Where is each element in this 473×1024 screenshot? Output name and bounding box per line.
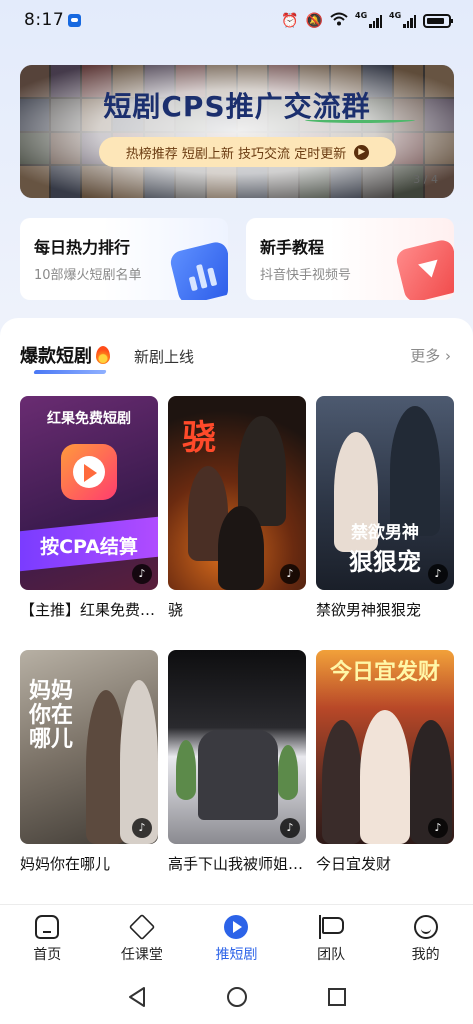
cellular-signal-2-icon: 4G: [389, 11, 416, 28]
play-icon: [224, 915, 249, 939]
drama-card[interactable]: 禁欲男神 狠狠宠 ♪ 禁欲男神狠狠宠: [316, 396, 454, 620]
daily-ranking-subtitle: 10部爆火短剧名单: [34, 268, 142, 283]
cellular-signal-1-icon: 4G: [355, 11, 382, 28]
status-bar: 8:17 ⏰ 🔕 4G 4G: [0, 0, 473, 44]
banner-page-indicator: 3 / 4: [413, 173, 438, 186]
bottom-nav: 首页 任课堂 推短剧 团队 我的: [0, 904, 473, 970]
drama-title: 骁: [168, 601, 184, 619]
drama-title: 妈妈你在哪儿: [20, 855, 111, 873]
beginner-tutorial-card[interactable]: 新手教程 抖音快手视频号: [246, 218, 454, 300]
drama-title: 禁欲男神狠狠宠: [316, 601, 422, 619]
promo-banner[interactable]: 短剧CPS推广交流群 热榜推荐 短剧上新 技巧交流 定时更新 ▶ 3 / 4: [20, 65, 454, 198]
nav-label: 首页: [33, 947, 62, 963]
drama-poster: 妈妈你在哪儿 ♪: [20, 650, 158, 844]
drama-card[interactable]: 红果免费短剧 按CPA结算 ♪ 【主推】红果免费短剧按CPA结算: [20, 396, 158, 620]
tab-hot-dramas[interactable]: 爆款短剧: [20, 342, 110, 368]
battery-icon: [423, 14, 453, 28]
drama-poster: 红果免费短剧 按CPA结算 ♪: [20, 396, 158, 590]
beginner-tutorial-subtitle: 抖音快手视频号: [260, 268, 352, 283]
drama-card[interactable]: 骁 ♪ 骁: [168, 396, 306, 620]
wifi-icon: [330, 12, 348, 30]
drama-card[interactable]: ♪ 高手下山我被师姐们宠上天: [168, 650, 306, 874]
nav-me[interactable]: 我的: [378, 905, 473, 970]
daily-ranking-title: 每日热力排行: [34, 238, 131, 257]
recent-apps-icon[interactable]: [327, 987, 347, 1007]
bar-chart-icon: [168, 239, 228, 300]
douyin-icon: ♪: [132, 564, 152, 584]
nav-home[interactable]: 首页: [0, 905, 95, 970]
drama-card[interactable]: 妈妈你在哪儿 ♪ 妈妈你在哪儿: [20, 650, 158, 874]
drama-title: 今日宜发财: [316, 855, 392, 873]
nav-promote-drama[interactable]: 推短剧: [189, 905, 284, 970]
drama-poster: ♪: [168, 650, 306, 844]
nav-label: 团队: [317, 947, 346, 963]
more-link[interactable]: 更多 ›: [410, 345, 451, 366]
alarm-icon: ⏰: [281, 13, 299, 29]
daily-ranking-card[interactable]: 每日热力排行 10部爆火短剧名单: [20, 218, 228, 300]
nav-team[interactable]: 团队: [284, 905, 379, 970]
douyin-icon: ♪: [428, 564, 448, 584]
drama-poster: 今日宜发财 ♪: [316, 650, 454, 844]
fire-icon: [96, 346, 110, 364]
beginner-tutorial-title: 新手教程: [260, 238, 325, 257]
tab-new-dramas[interactable]: 新剧上线: [134, 346, 194, 367]
douyin-icon: ♪: [132, 818, 152, 838]
flag-icon: [319, 915, 345, 939]
nav-label: 任课堂: [120, 947, 163, 963]
class-icon: [128, 913, 156, 941]
notification-app-icon: [68, 14, 81, 27]
play-triangle-icon: [394, 237, 454, 300]
nav-label: 我的: [411, 947, 440, 963]
banner-pill[interactable]: 热榜推荐 短剧上新 技巧交流 定时更新 ▶: [99, 137, 396, 167]
system-nav-bar: [0, 970, 473, 1024]
nav-label: 推短剧: [215, 947, 258, 963]
douyin-icon: ♪: [280, 818, 300, 838]
chevron-right-icon: ›: [445, 347, 451, 365]
drama-poster: 禁欲男神 狠狠宠 ♪: [316, 396, 454, 590]
status-icons: ⏰ 🔕 4G 4G: [281, 11, 453, 30]
drama-poster: 骁 ♪: [168, 396, 306, 590]
arrow-right-icon: ▶: [354, 144, 370, 160]
status-time: 8:17: [24, 10, 65, 30]
home-icon: [35, 915, 60, 939]
smile-icon: [413, 915, 438, 939]
nav-class[interactable]: 任课堂: [95, 905, 190, 970]
mute-icon: 🔕: [305, 13, 323, 29]
douyin-icon: ♪: [280, 564, 300, 584]
douyin-icon: ♪: [428, 818, 448, 838]
home-circle-icon[interactable]: [226, 986, 248, 1008]
section-tabs: 爆款短剧 新剧上线: [20, 342, 194, 368]
drama-title: 高手下山我被师姐们宠上天: [168, 855, 306, 873]
drama-title: 【主推】红果免费短剧按CPA结算: [20, 601, 158, 619]
drama-panel: 爆款短剧 新剧上线 更多 › 红果免费短剧 按CPA结算 ♪ 【主推】红果免费短…: [0, 318, 473, 908]
banner-pill-text: 热榜推荐 短剧上新 技巧交流 定时更新: [125, 146, 347, 162]
drama-card[interactable]: 今日宜发财 ♪ 今日宜发财: [316, 650, 454, 874]
